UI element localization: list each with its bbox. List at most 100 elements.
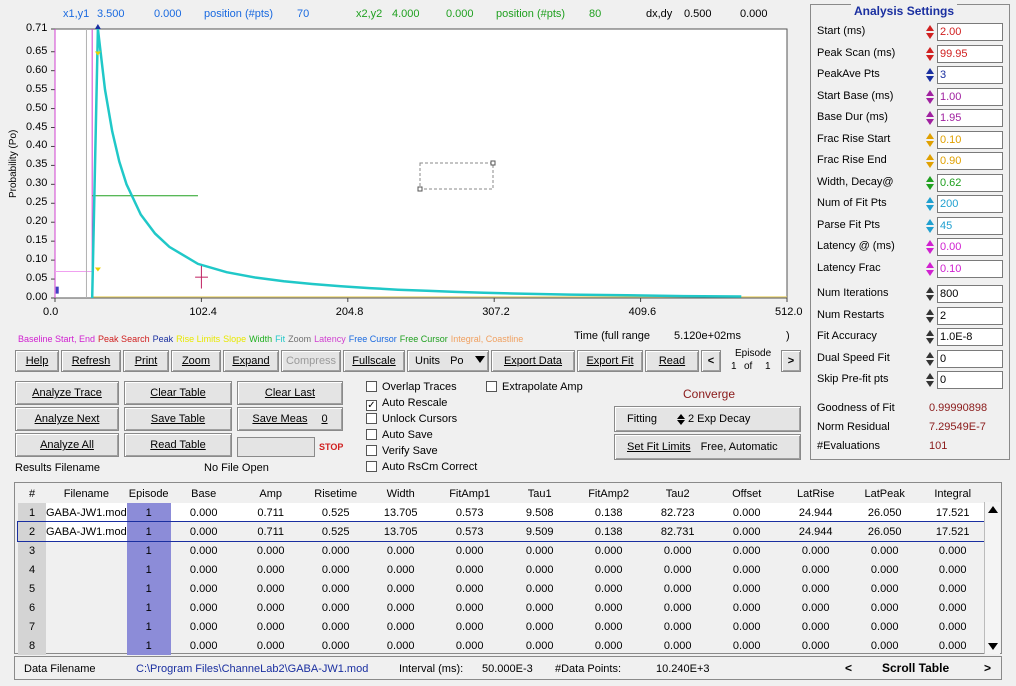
table-cell[interactable]: 0.138 (575, 522, 643, 541)
table-cell[interactable]: 26.050 (850, 503, 919, 522)
analyze-trace-button[interactable]: Analyze Trace (15, 381, 119, 405)
table-cell[interactable]: 0.000 (851, 579, 919, 598)
table-cell[interactable]: 1 (126, 617, 171, 636)
spin-down-icon[interactable] (926, 226, 934, 233)
episode-next-button[interactable]: > (781, 350, 801, 372)
scroll-down-icon[interactable] (988, 643, 998, 650)
table-cell[interactable]: 0.000 (237, 617, 305, 636)
setting-input[interactable]: 1.0E-8 (937, 328, 1003, 346)
spin-up-icon[interactable] (926, 351, 934, 358)
table-cell[interactable]: 0.000 (575, 617, 643, 636)
setting-input[interactable]: 0.90 (937, 152, 1003, 170)
table-cell[interactable]: 0.000 (713, 560, 781, 579)
table-row[interactable]: 3 1 0.000 0.000 0.000 0.000 0.000 0.000 0.000 0.0… (18, 541, 987, 560)
print-button[interactable]: Print (123, 350, 169, 372)
read-button[interactable]: Read (645, 350, 699, 372)
setting-input[interactable]: 99.95 (937, 44, 1003, 63)
table-cell[interactable]: 0.000 (305, 560, 367, 579)
table-cell[interactable]: 0.000 (237, 560, 305, 579)
fitting-selector[interactable]: Fitting 2 Exp Decay (614, 406, 801, 432)
setting-input[interactable]: 45 (937, 216, 1003, 235)
table-cell[interactable]: 13.705 (366, 503, 435, 522)
checkbox-box[interactable] (486, 381, 497, 392)
table-cell[interactable]: 0.000 (643, 579, 713, 598)
table-cell[interactable]: GABA-JW1.mod (46, 522, 127, 541)
table-cell[interactable]: 0.000 (575, 541, 643, 560)
table-cell[interactable]: 1 (126, 560, 171, 579)
table-cell[interactable] (46, 617, 127, 636)
help-button[interactable]: Help (15, 350, 59, 372)
spinner[interactable] (925, 110, 935, 127)
table-cell[interactable]: 1 (126, 541, 171, 560)
spin-down-icon[interactable] (926, 33, 934, 39)
table-cell[interactable]: 0.000 (575, 636, 643, 655)
table-cell[interactable]: 24.944 (780, 503, 851, 522)
checkbox-box[interactable] (366, 413, 377, 424)
table-cell[interactable]: 0.000 (435, 541, 505, 560)
table-cell[interactable]: 0.000 (713, 598, 781, 617)
table-cell[interactable]: 0.000 (170, 503, 237, 522)
read-table-button[interactable]: Read Table (124, 433, 232, 457)
table-cell[interactable]: 0.000 (171, 598, 237, 617)
episode-prev-button[interactable]: < (701, 350, 721, 372)
spin-up-icon[interactable] (926, 373, 934, 379)
spinner[interactable] (925, 239, 935, 256)
checkbox-box[interactable] (366, 445, 377, 456)
table-cell[interactable]: 0.000 (435, 560, 505, 579)
table-scrollbar[interactable] (984, 502, 1000, 654)
spin-down-icon[interactable] (926, 97, 934, 104)
checkbox-box[interactable] (366, 429, 377, 440)
spin-up-icon[interactable] (926, 330, 934, 336)
spin-down-icon[interactable] (926, 119, 934, 125)
table-cell[interactable]: 0.000 (643, 636, 713, 655)
table-cell[interactable]: 0.000 (505, 617, 575, 636)
trace-chart[interactable] (0, 24, 800, 324)
table-cell[interactable]: 0.000 (575, 579, 643, 598)
table-row[interactable]: 5 1 0.000 0.000 0.000 0.000 0.000 0.000 0.000 0.0… (18, 579, 987, 598)
spinner[interactable] (925, 286, 935, 303)
table-cell[interactable]: 0.000 (305, 636, 367, 655)
table-cell[interactable]: 0.000 (575, 560, 643, 579)
table-cell[interactable]: 0.000 (505, 598, 575, 617)
table-row[interactable]: 1 GABA-JW1.mod 1 0.000 0.711 0.525 13.705 0.573… (18, 503, 987, 522)
table-cell[interactable]: 0.000 (781, 636, 851, 655)
table-row[interactable]: 2 GABA-JW1.mod 1 0.000 0.711 0.525 13.705 0.573… (17, 521, 988, 542)
clear-table-button[interactable]: Clear Table (124, 381, 232, 405)
zoom-button[interactable]: Zoom (171, 350, 221, 372)
spin-down-icon[interactable] (926, 162, 934, 168)
save-table-button[interactable]: Save Table (124, 407, 232, 431)
table-cell[interactable]: 0.000 (713, 522, 781, 541)
table-cell[interactable]: 0.000 (171, 617, 237, 636)
spin-down-icon[interactable] (926, 338, 934, 344)
table-cell[interactable]: 1 (126, 503, 171, 522)
table-cell[interactable]: 0.000 (237, 636, 305, 655)
table-cell[interactable]: 0.000 (712, 503, 781, 522)
table-cell[interactable]: 82.723 (642, 503, 713, 522)
table-cell[interactable]: 0.000 (919, 636, 987, 655)
spin-up-icon[interactable] (926, 68, 934, 74)
spinner[interactable] (925, 351, 935, 368)
table-cell[interactable] (46, 541, 127, 560)
scroll-table-prev[interactable]: < (845, 661, 852, 675)
table-cell[interactable]: 0.000 (171, 560, 237, 579)
spin-up-icon[interactable] (926, 197, 934, 203)
table-cell[interactable]: 0.000 (919, 617, 987, 636)
spinner[interactable] (925, 372, 935, 389)
table-cell[interactable]: 0.000 (643, 560, 713, 579)
units-dropdown[interactable]: Units Po (407, 350, 489, 372)
table-cell[interactable]: 0.000 (919, 598, 987, 617)
table-cell[interactable]: 0.000 (643, 598, 713, 617)
spinner[interactable] (925, 153, 935, 170)
setting-input[interactable]: 0 (937, 371, 1003, 389)
analyze-all-button[interactable]: Analyze All (15, 433, 119, 457)
table-cell[interactable]: 0.525 (305, 522, 367, 541)
table-cell[interactable]: 0.000 (851, 541, 919, 560)
spinner[interactable] (925, 67, 935, 84)
table-cell[interactable]: 0.000 (435, 617, 505, 636)
table-cell[interactable]: 0.000 (237, 541, 305, 560)
spin-down-icon[interactable] (926, 140, 934, 147)
export-fit-button[interactable]: Export Fit (577, 350, 643, 372)
results-table[interactable]: # Filename Episode Base Amp Risetime Width FitA… (17, 484, 988, 655)
checkbox-box[interactable] (366, 461, 377, 472)
table-cell[interactable]: 0.000 (367, 598, 435, 617)
